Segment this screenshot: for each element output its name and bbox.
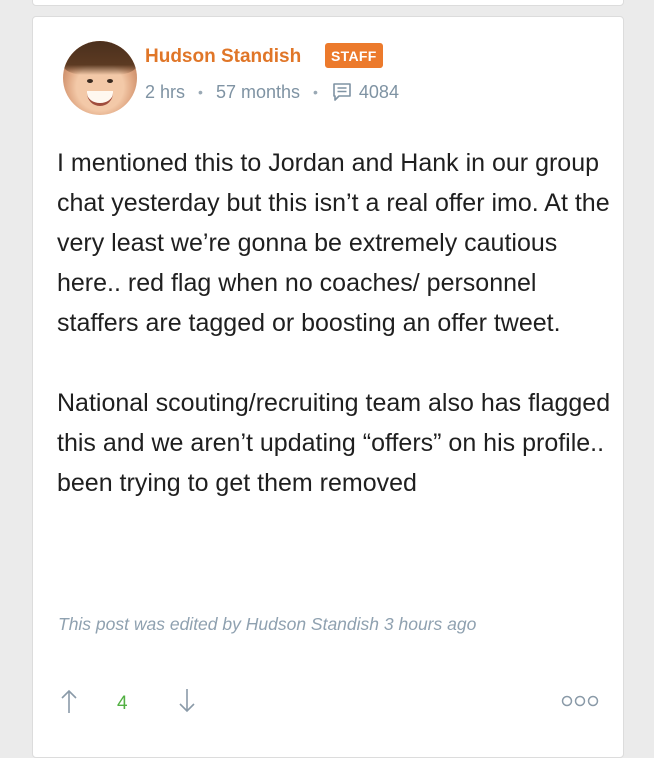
meta-separator: •: [313, 84, 318, 100]
avatar-eye-left: [87, 79, 93, 83]
post-paragraph: I mentioned this to Jordan and Hank in o…: [57, 149, 610, 337]
comment-count: 4084: [358, 81, 399, 102]
upvote-button[interactable]: [57, 689, 81, 717]
membership-duration: 57 months: [215, 81, 300, 102]
previous-post-card: [32, 0, 624, 6]
post-body: I mentioned this to Jordan and Hank in o…: [57, 143, 617, 503]
meta-separator: •: [198, 84, 203, 100]
avatar-smile: [87, 91, 113, 106]
avatar-hair: [63, 41, 137, 75]
staff-badge: STAFF: [325, 43, 383, 68]
post-meta: 2 hrs • 57 months • 4084: [145, 81, 399, 103]
edited-note: This post was edited by Hudson Standish …: [58, 614, 477, 634]
post-time[interactable]: 2 hrs: [145, 82, 185, 103]
more-options-icon: [561, 694, 599, 713]
post-card: Hudson Standish STAFF 2 hrs • 57 months …: [32, 16, 624, 758]
comment-icon: [331, 81, 353, 103]
downvote-button[interactable]: [175, 688, 199, 719]
post-paragraph: National scouting/recruiting team also h…: [57, 389, 611, 497]
more-options-button[interactable]: [561, 694, 599, 713]
vote-score: 4: [117, 693, 128, 714]
avatar[interactable]: [63, 41, 137, 115]
avatar-eye-right: [107, 79, 113, 83]
arrow-up-icon: [60, 688, 78, 719]
arrow-down-icon: [178, 688, 196, 719]
author-name[interactable]: Hudson Standish: [145, 46, 301, 68]
